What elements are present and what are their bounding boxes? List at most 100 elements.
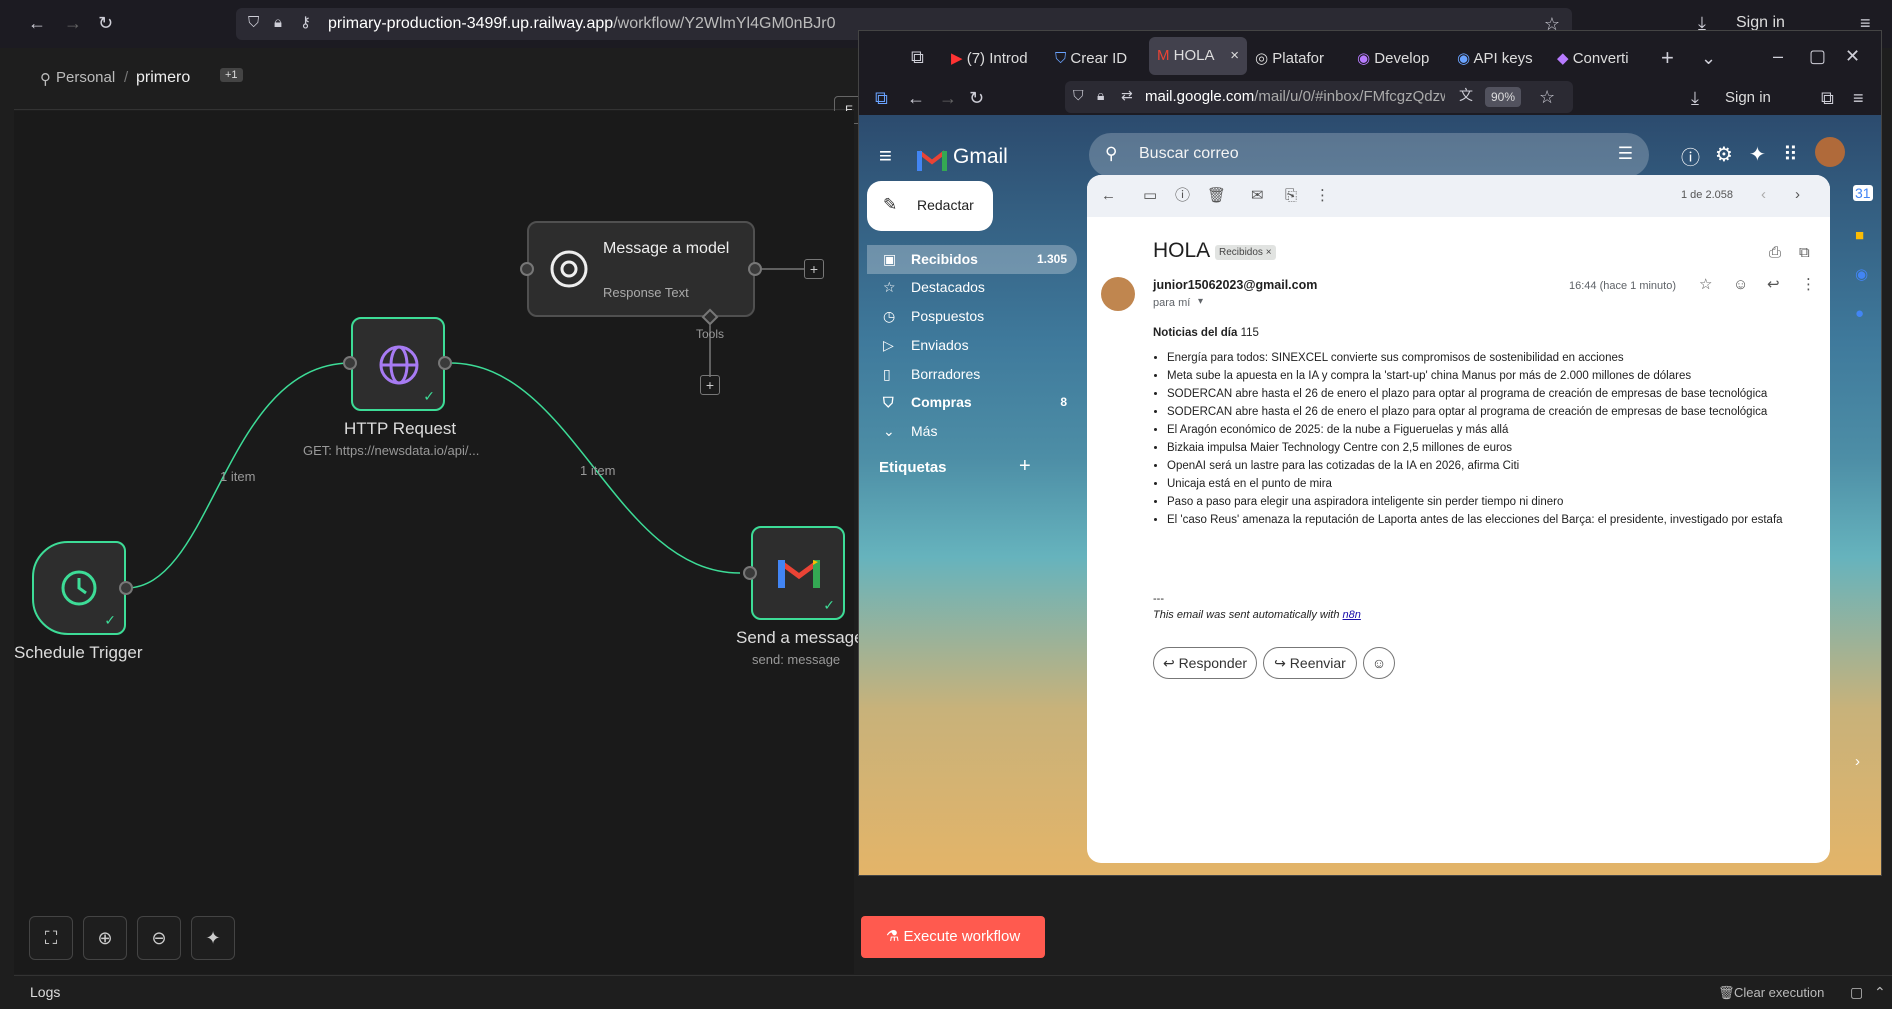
nav-purchases[interactable]: ⛉ Compras 8 — [867, 388, 1077, 417]
back-to-inbox-icon[interactable]: ← — [1101, 188, 1116, 203]
label-chip[interactable]: Recibidos × — [1215, 245, 1276, 260]
nav-inbox[interactable]: ▣ Recibidos 1.305 — [867, 245, 1077, 274]
nav-starred[interactable]: ☆ Destacados — [867, 273, 1077, 302]
minimize-icon[interactable]: – — [1773, 47, 1783, 65]
zoom-out-button[interactable]: ⊖ — [137, 916, 181, 960]
forward-arrow-icon[interactable]: → — [939, 89, 957, 107]
list-tabs-icon[interactable]: ⌄ — [1701, 49, 1716, 67]
report-spam-icon[interactable]: ⓘ — [1175, 188, 1190, 203]
model-input-port[interactable] — [520, 262, 534, 276]
close-tab-icon[interactable]: × — [1230, 37, 1239, 75]
tag-count-badge[interactable]: +1 — [220, 68, 243, 82]
download-icon[interactable]: ⤓ — [1691, 89, 1699, 107]
nav-snoozed[interactable]: ◷ Pospuestos — [867, 302, 1077, 331]
schedule-trigger-node[interactable]: ✓ — [32, 541, 126, 635]
mark-unread-icon[interactable]: ✉ — [1251, 188, 1264, 203]
details-chevron-icon[interactable]: ▾ — [1198, 296, 1203, 307]
tab-hola-active[interactable]: M HOLA × — [1149, 37, 1247, 75]
delete-icon[interactable]: 🗑︎ — [1207, 188, 1226, 203]
extensions-icon[interactable]: ⧉ — [1821, 89, 1834, 107]
send-message-node[interactable]: ✓ — [751, 526, 845, 620]
back-arrow-icon[interactable]: ← — [907, 89, 925, 107]
add-node-button[interactable]: + — [804, 259, 824, 279]
execute-workflow-button[interactable]: ⚗ Execute workflow — [861, 916, 1045, 958]
front-url-bar[interactable]: ⛉ 🔒︎ ⇄ mail.google.com/mail/u/0/#inbox/F… — [1065, 81, 1573, 113]
sender-email[interactable]: junior15062023@gmail.com — [1153, 278, 1317, 292]
http-output-port[interactable] — [438, 356, 452, 370]
reload-icon[interactable]: ↻ — [98, 14, 113, 32]
nav-drafts[interactable]: ▯ Borradores — [867, 360, 1077, 389]
back-arrow-icon[interactable]: ← — [28, 14, 46, 32]
contacts-icon[interactable]: ● — [1855, 305, 1864, 322]
calendar-icon[interactable]: 31 — [1853, 185, 1873, 201]
chevron-up-icon[interactable]: ⌃ — [1874, 976, 1886, 1009]
star-icon[interactable]: ☆ — [1699, 277, 1712, 292]
search-bar[interactable]: ⚲ Buscar correo ☰ — [1089, 133, 1649, 177]
reload-icon[interactable]: ↻ — [969, 89, 984, 107]
search-options-icon[interactable]: ☰ — [1618, 144, 1633, 164]
maximize-icon[interactable]: ▢ — [1809, 47, 1826, 65]
more-vert-icon[interactable]: ⋮ — [1801, 277, 1816, 292]
breadcrumb-personal[interactable]: Personal — [56, 69, 115, 86]
move-to-icon[interactable]: ⎘ — [1285, 188, 1297, 203]
compose-button[interactable]: ✎ Redactar — [867, 181, 993, 231]
logs-bar[interactable]: Logs 🗑︎ Clear execution ▢ ⌃ — [14, 975, 1892, 1008]
zoom-level-badge[interactable]: 90% — [1485, 87, 1522, 107]
zoom-in-button[interactable]: ⊕ — [83, 916, 127, 960]
send-input-port[interactable] — [743, 566, 757, 580]
nav-more[interactable]: ⌄ Más — [867, 417, 1077, 446]
workflow-canvas[interactable]: ✓ Schedule Trigger ✓ HTTP Request GET: h… — [14, 111, 864, 974]
print-icon[interactable]: ⎙ — [1769, 245, 1781, 260]
nav-sent[interactable]: ▷ Enviados — [867, 331, 1077, 360]
expand-icon[interactable]: ▢ — [1850, 976, 1863, 1009]
tab-converti[interactable]: ◆ Converti — [1557, 43, 1653, 75]
help-icon[interactable]: ⓘ — [1681, 143, 1700, 170]
tab-crear-id[interactable]: ⛉ Crear ID — [1055, 43, 1145, 75]
translate-icon[interactable]: 文 — [1459, 88, 1473, 102]
message-model-node[interactable]: Message a model Response Text — [527, 221, 755, 317]
new-tab-icon[interactable]: + — [1661, 47, 1674, 69]
search-input[interactable]: Buscar correo — [1139, 145, 1239, 163]
menu-icon[interactable]: ≡ — [1853, 89, 1864, 107]
tab-plataforma[interactable]: ◎ Platafor — [1255, 43, 1345, 75]
schedule-output-port[interactable] — [119, 581, 133, 595]
newer-chevron-icon[interactable]: ‹ — [1761, 187, 1766, 202]
emoji-react-icon[interactable]: ☺ — [1733, 277, 1748, 292]
workflow-name[interactable]: primero — [136, 69, 190, 87]
tasks-icon[interactable]: ◉ — [1855, 265, 1868, 283]
tab-developers[interactable]: ◉ Develop — [1357, 43, 1451, 75]
forward-button[interactable]: ↪ Reenviar — [1263, 647, 1357, 679]
avatar[interactable] — [1815, 137, 1845, 167]
archive-icon[interactable]: ▭ — [1143, 188, 1157, 203]
bookmark-star-icon[interactable]: ☆ — [1539, 88, 1555, 106]
tab-youtube[interactable]: ▶ (7) Introd — [951, 43, 1051, 75]
container-icon[interactable]: ⧉ — [875, 89, 888, 107]
clear-execution-button[interactable]: Clear execution — [1734, 976, 1824, 1009]
http-input-port[interactable] — [343, 356, 357, 370]
tidy-up-button[interactable]: ✦ — [191, 916, 235, 960]
keep-icon[interactable]: ■ — [1855, 227, 1864, 244]
apps-grid-icon[interactable]: ⠿ — [1783, 142, 1798, 167]
gmail-menu-icon[interactable]: ≡ — [879, 143, 892, 169]
open-new-window-icon[interactable]: ⧉ — [1799, 245, 1810, 260]
close-window-icon[interactable]: ✕ — [1845, 47, 1860, 65]
reply-icon[interactable]: ↩ — [1767, 277, 1780, 292]
add-label-icon[interactable]: + — [1019, 455, 1031, 478]
reply-button[interactable]: ↩ Responder — [1153, 647, 1257, 679]
model-output-port[interactable] — [748, 262, 762, 276]
tab-overview-icon[interactable]: ⧉ — [911, 48, 924, 66]
add-tool-button[interactable]: + — [700, 375, 720, 395]
emoji-button[interactable]: ☺ — [1363, 647, 1395, 679]
fit-view-button[interactable]: ⛶ — [29, 916, 73, 960]
tab-api-keys[interactable]: ◉ API keys — [1457, 43, 1547, 75]
http-request-node[interactable]: ✓ — [351, 317, 445, 411]
older-chevron-icon[interactable]: › — [1795, 187, 1800, 202]
expand-panel-icon[interactable]: › — [1855, 753, 1860, 770]
settings-gear-icon[interactable]: ⚙ — [1715, 142, 1733, 167]
n8n-link[interactable]: n8n — [1343, 609, 1361, 621]
more-vert-icon[interactable]: ⋮ — [1315, 188, 1330, 203]
gemini-icon[interactable]: ✦ — [1749, 142, 1766, 167]
forward-arrow-icon[interactable]: → — [64, 14, 82, 32]
front-sign-in[interactable]: Sign in — [1725, 89, 1771, 106]
recipient-text[interactable]: para mí — [1153, 297, 1190, 309]
